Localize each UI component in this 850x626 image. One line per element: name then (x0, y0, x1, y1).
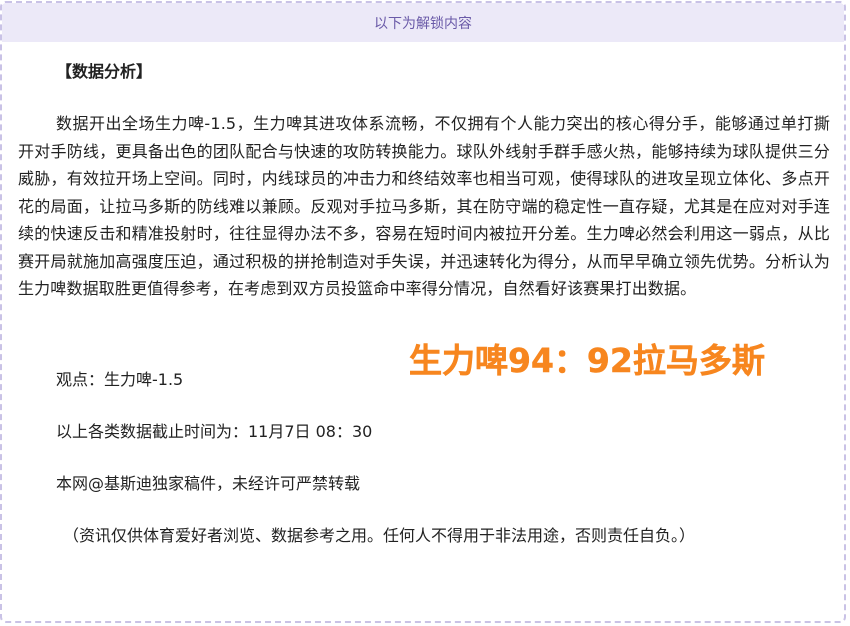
analysis-paragraph: 数据开出全场生力啤-1.5，生力啤其进攻体系流畅，不仅拥有个人能力突出的核心得分… (18, 114, 830, 298)
disclaimer-line: （资讯仅供体育爱好者浏览、数据参考之用。任何人不得用于非法用途，否则责任自负。） (63, 526, 696, 545)
article-body: 【数据分析】 数据开出全场生力啤-1.5，生力啤其进攻体系流畅，不仅拥有个人能力… (18, 58, 830, 303)
section-title: 【数据分析】 (56, 62, 153, 81)
score-overlay: 生力啤94：92拉马多斯 (409, 341, 765, 381)
unlock-banner: 以下为解锁内容 (2, 3, 844, 42)
copyright-line: 本网@基斯迪独家稿件，未经许可严禁转载 (56, 474, 361, 493)
viewpoint-line: 观点：生力啤-1.5 (56, 370, 184, 389)
unlock-banner-label: 以下为解锁内容 (374, 15, 472, 32)
deadline-line: 以上各类数据截止时间为：11月7日 08：30 (56, 422, 373, 441)
